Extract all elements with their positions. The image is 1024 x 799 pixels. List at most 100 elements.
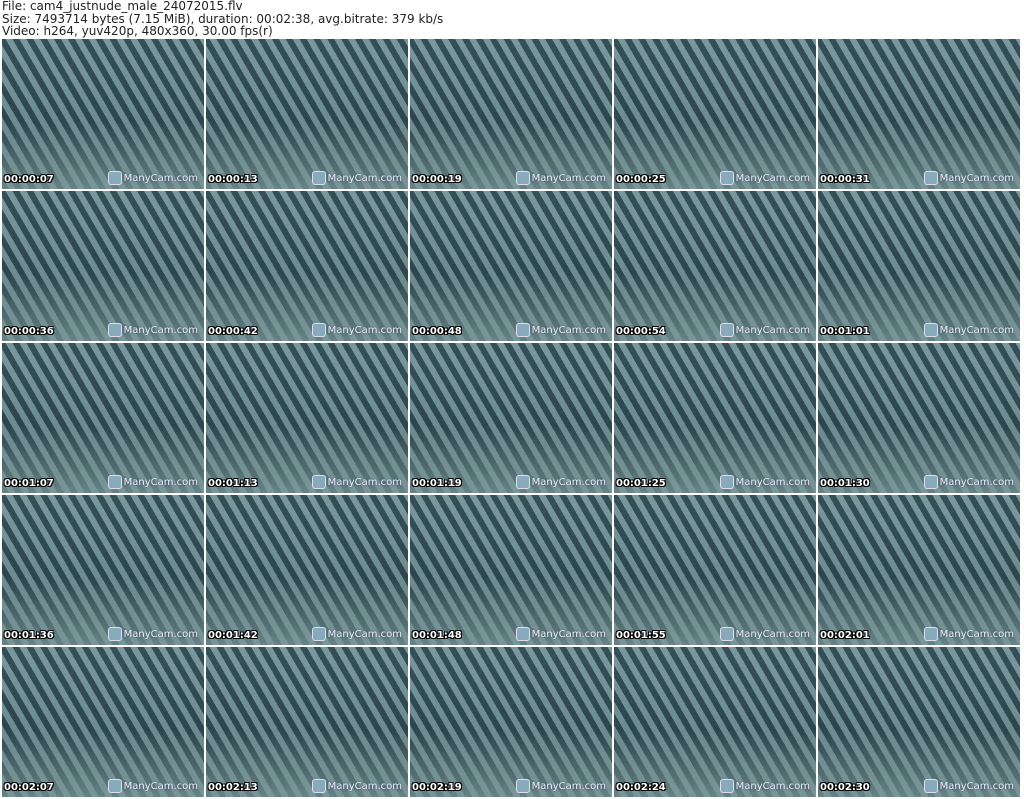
video-thumbnail: 00:02:19 ManyCam.com [410,647,612,797]
manycam-logo-icon [923,171,938,185]
watermark: ManyCam.com [719,627,810,641]
timestamp-label: 00:00:42 [208,326,258,337]
watermark-text: ManyCam.com [939,780,1014,792]
manycam-logo-icon [311,779,326,793]
timestamp-label: 00:00:36 [4,326,54,337]
video-thumbnail: 00:01:13 ManyCam.com [206,343,408,493]
manycam-logo-icon [515,171,530,185]
video-thumbnail: 00:01:48 ManyCam.com [410,495,612,645]
watermark: ManyCam.com [923,171,1014,185]
video-thumbnail: 00:01:07 ManyCam.com [2,343,204,493]
timestamp-label: 00:01:19 [412,478,462,489]
manycam-logo-icon [719,171,734,185]
watermark: ManyCam.com [515,323,606,337]
watermark: ManyCam.com [107,475,198,489]
timestamp-label: 00:01:01 [820,326,870,337]
watermark-text: ManyCam.com [123,628,198,640]
watermark-text: ManyCam.com [327,780,402,792]
timestamp-label: 00:00:48 [412,326,462,337]
manycam-logo-icon [515,779,530,793]
watermark-text: ManyCam.com [327,324,402,336]
timestamp-label: 00:02:01 [820,630,870,641]
manycam-logo-icon [719,475,734,489]
watermark: ManyCam.com [107,171,198,185]
file-info-header: File: cam4_justnude_male_24072015.flv Si… [2,0,443,38]
video-thumbnail: 00:01:42 ManyCam.com [206,495,408,645]
timestamp-label: 00:01:07 [4,478,54,489]
manycam-logo-icon [107,779,122,793]
watermark: ManyCam.com [515,627,606,641]
timestamp-label: 00:02:30 [820,782,870,793]
watermark-text: ManyCam.com [327,476,402,488]
video-thumbnail: 00:02:01 ManyCam.com [818,495,1020,645]
manycam-logo-icon [515,627,530,641]
timestamp-label: 00:02:13 [208,782,258,793]
manycam-logo-icon [311,475,326,489]
timestamp-label: 00:00:19 [412,174,462,185]
watermark: ManyCam.com [107,779,198,793]
watermark-text: ManyCam.com [123,476,198,488]
thumbnail-grid: 00:00:07 ManyCam.com 00:00:13 ManyCam.com 00… [2,39,1020,797]
watermark-text: ManyCam.com [531,780,606,792]
watermark: ManyCam.com [923,475,1014,489]
watermark: ManyCam.com [515,779,606,793]
watermark: ManyCam.com [923,779,1014,793]
timestamp-label: 00:01:30 [820,478,870,489]
manycam-logo-icon [923,475,938,489]
watermark-text: ManyCam.com [735,476,810,488]
watermark: ManyCam.com [311,779,402,793]
video-thumbnail: 00:00:25 ManyCam.com [614,39,816,189]
watermark-text: ManyCam.com [939,628,1014,640]
watermark: ManyCam.com [311,171,402,185]
timestamp-label: 00:01:25 [616,478,666,489]
watermark: ManyCam.com [923,627,1014,641]
timestamp-label: 00:02:19 [412,782,462,793]
manycam-logo-icon [311,627,326,641]
manycam-logo-icon [923,779,938,793]
timestamp-label: 00:01:48 [412,630,462,641]
video-thumbnail: 00:01:25 ManyCam.com [614,343,816,493]
watermark-text: ManyCam.com [735,324,810,336]
timestamp-label: 00:01:55 [616,630,666,641]
timestamp-label: 00:01:13 [208,478,258,489]
video-thumbnail: 00:02:13 ManyCam.com [206,647,408,797]
timestamp-label: 00:02:24 [616,782,666,793]
watermark: ManyCam.com [515,475,606,489]
watermark-text: ManyCam.com [327,628,402,640]
timestamp-label: 00:01:36 [4,630,54,641]
watermark: ManyCam.com [311,475,402,489]
watermark-text: ManyCam.com [531,476,606,488]
manycam-logo-icon [719,779,734,793]
video-thumbnail: 00:02:30 ManyCam.com [818,647,1020,797]
watermark-text: ManyCam.com [531,172,606,184]
manycam-logo-icon [923,323,938,337]
video-thumbnail: 00:00:13 ManyCam.com [206,39,408,189]
video-thumbnail: 00:01:55 ManyCam.com [614,495,816,645]
watermark-text: ManyCam.com [735,780,810,792]
video-thumbnail: 00:00:42 ManyCam.com [206,191,408,341]
timestamp-label: 00:00:13 [208,174,258,185]
timestamp-label: 00:00:54 [616,326,666,337]
video-thumbnail: 00:00:36 ManyCam.com [2,191,204,341]
manycam-logo-icon [515,475,530,489]
manycam-logo-icon [719,627,734,641]
video-thumbnail: 00:02:07 ManyCam.com [2,647,204,797]
video-thumbnail: 00:00:31 ManyCam.com [818,39,1020,189]
timestamp-label: 00:02:07 [4,782,54,793]
video-thumbnail: 00:01:30 ManyCam.com [818,343,1020,493]
video-thumbnail: 00:02:24 ManyCam.com [614,647,816,797]
watermark: ManyCam.com [311,627,402,641]
watermark: ManyCam.com [107,323,198,337]
manycam-logo-icon [515,323,530,337]
video-thumbnail: 00:00:48 ManyCam.com [410,191,612,341]
watermark-text: ManyCam.com [123,324,198,336]
manycam-logo-icon [107,627,122,641]
watermark-text: ManyCam.com [123,780,198,792]
video-thumbnail: 00:00:19 ManyCam.com [410,39,612,189]
watermark-text: ManyCam.com [939,172,1014,184]
watermark: ManyCam.com [719,323,810,337]
video-thumbnail: 00:00:54 ManyCam.com [614,191,816,341]
watermark-text: ManyCam.com [939,324,1014,336]
manycam-logo-icon [311,323,326,337]
watermark: ManyCam.com [719,475,810,489]
